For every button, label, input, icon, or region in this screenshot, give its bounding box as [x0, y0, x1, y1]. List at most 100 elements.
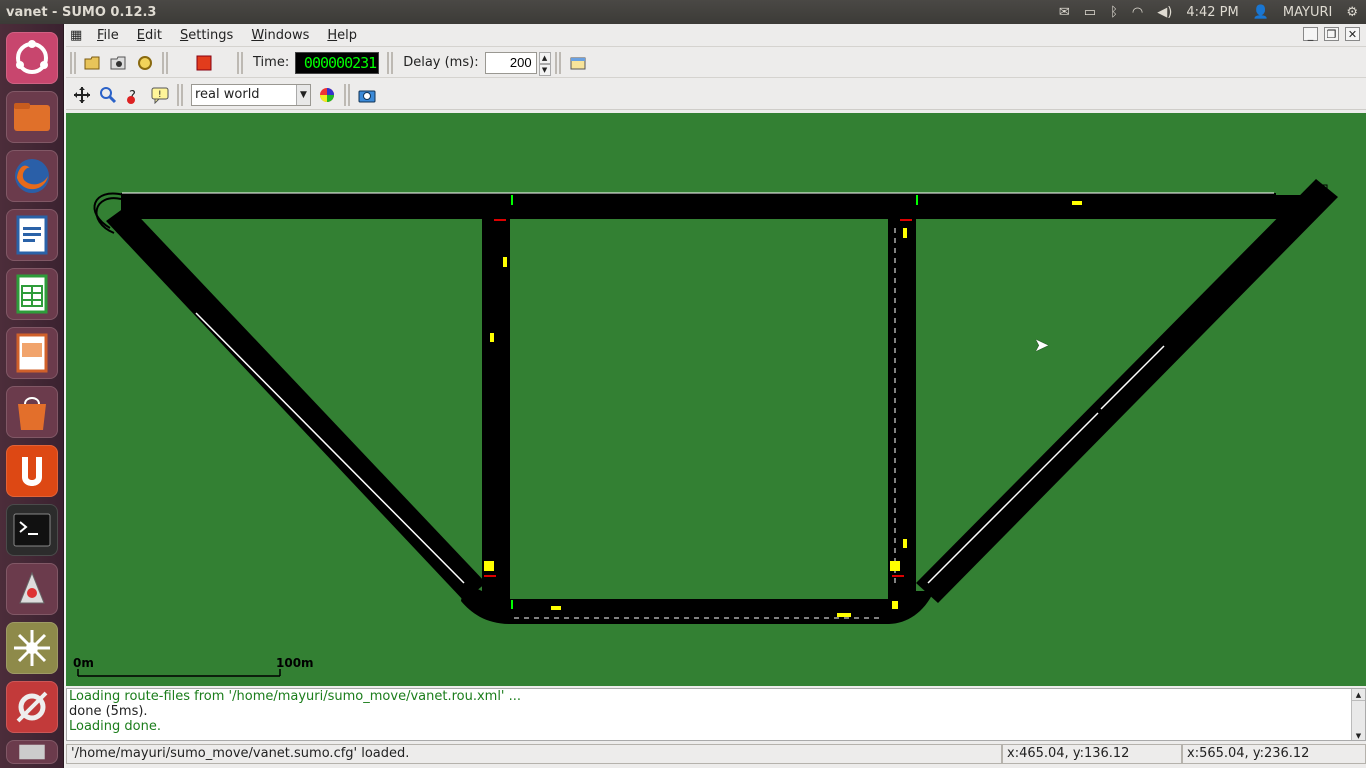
terminal-icon[interactable] — [6, 504, 58, 556]
menu-help[interactable]: Help — [318, 28, 366, 43]
user-name[interactable]: MAYURI — [1283, 5, 1332, 20]
battery-icon[interactable]: ▭ — [1084, 5, 1096, 20]
bluetooth-icon[interactable]: ᛒ — [1110, 5, 1118, 20]
close-button[interactable]: ✕ — [1345, 27, 1360, 41]
log-scrollbar[interactable]: ▲ ▼ — [1351, 689, 1365, 740]
open-file-icon[interactable] — [81, 51, 105, 75]
launcher — [0, 24, 64, 768]
scroll-down-icon[interactable]: ▼ — [1352, 730, 1365, 740]
settings-gear-icon[interactable]: ⚙ — [1346, 5, 1358, 20]
menu-edit[interactable]: Edit — [128, 28, 171, 43]
calc-icon[interactable] — [6, 268, 58, 320]
delay-spinner[interactable]: ▲ ▼ — [538, 51, 551, 76]
recenter-view-icon[interactable] — [70, 83, 94, 107]
user-icon: 👤 — [1252, 4, 1269, 20]
toolbar-grip[interactable] — [177, 83, 183, 106]
road-top[interactable] — [121, 193, 1276, 219]
time-label: Time: — [253, 55, 290, 70]
tooltip-toggle-icon[interactable]: ! — [148, 83, 172, 107]
road-left-diagonal[interactable] — [106, 205, 486, 601]
vehicle[interactable] — [903, 228, 907, 238]
toolbar-grip[interactable] — [554, 51, 561, 74]
vehicle[interactable] — [890, 561, 900, 571]
scale-start-label: 0m — [73, 656, 94, 670]
edit-coloring-icon[interactable] — [315, 83, 339, 107]
screenshot-camera-icon[interactable] — [355, 83, 379, 107]
vehicle[interactable] — [903, 539, 907, 548]
scroll-up-icon[interactable]: ▲ — [1352, 689, 1365, 701]
menu-file[interactable]: File — [88, 28, 128, 43]
new-view-icon[interactable] — [566, 51, 590, 75]
restore-button[interactable]: ❐ — [1324, 27, 1339, 41]
simulation-toolbar: Time: 000000231 Delay (ms): ▲▼ — [66, 48, 1366, 78]
svg-text:!: ! — [158, 90, 162, 100]
log-line: done (5ms). — [69, 704, 148, 719]
delay-label: Delay (ms): — [403, 55, 479, 70]
road-vertical-right[interactable] — [888, 219, 916, 591]
toolbar-grip[interactable] — [162, 51, 168, 74]
app-menu-icon[interactable]: ▦ — [66, 28, 88, 43]
vehicle[interactable] — [484, 561, 494, 571]
indicator-area: ✉ ▭ ᛒ ◠ ◀) 4:42 PM 👤 MAYURI ⚙ — [1059, 5, 1366, 20]
vehicle[interactable] — [503, 257, 507, 267]
window-title: vanet - SUMO 0.12.3 — [6, 4, 157, 20]
chevron-down-icon[interactable]: ▼ — [296, 84, 310, 105]
sumo-window: ▦ File Edit Settings Windows Help _ ❐ ✕ … — [66, 24, 1366, 768]
status-message: '/home/mayuri/sumo_move/vanet.sumo.cfg' … — [66, 744, 1002, 764]
status-coordinate-2: x:565.04, y:236.12 — [1182, 744, 1366, 764]
color-scheme-select[interactable]: real world ▼ — [191, 83, 311, 106]
system-top-panel: vanet - SUMO 0.12.3 ✉ ▭ ᛒ ◠ ◀) 4:42 PM 👤… — [0, 0, 1366, 24]
mouse-cursor-icon: ➤ — [1034, 335, 1050, 356]
toolbar-grip[interactable] — [387, 51, 394, 74]
road-right-diagonal[interactable] — [916, 179, 1338, 603]
ubuntu-one-icon[interactable] — [6, 445, 58, 497]
road-bottom[interactable] — [510, 599, 888, 624]
road-network — [77, 179, 1338, 677]
status-bar: '/home/mayuri/sumo_move/vanet.sumo.cfg' … — [66, 743, 1366, 765]
road-vertical-left[interactable] — [482, 219, 510, 591]
mail-icon[interactable]: ✉ — [1059, 5, 1070, 20]
scheme-value: real world — [195, 87, 260, 102]
vehicle[interactable] — [837, 613, 851, 617]
spin-down-icon[interactable]: ▼ — [538, 63, 551, 76]
delay-input[interactable] — [484, 51, 537, 74]
status-coordinate-1: x:465.04, y:136.12 — [1002, 744, 1182, 764]
wifi-icon[interactable]: ◠ — [1132, 5, 1143, 20]
message-log: Loading route-files from '/home/mayuri/s… — [66, 688, 1366, 741]
menu-windows[interactable]: Windows — [242, 28, 318, 43]
java-app-icon[interactable] — [6, 563, 58, 615]
log-line: Loading route-files from '/home/mayuri/s… — [69, 689, 522, 704]
toolbar-grip[interactable] — [344, 83, 350, 106]
simulation-time-display: 000000231 — [295, 51, 380, 74]
simulation-view[interactable]: 0m 100m ➤ — [66, 113, 1366, 686]
vehicle[interactable] — [490, 333, 494, 342]
impress-icon[interactable] — [6, 327, 58, 379]
additional-tracker-icon[interactable]: ? — [122, 83, 146, 107]
software-center-icon[interactable] — [6, 386, 58, 438]
stop-simulation-icon[interactable] — [192, 51, 216, 75]
dash-icon[interactable] — [6, 32, 58, 84]
files-icon[interactable] — [6, 91, 58, 143]
workspace-switcher-icon[interactable] — [6, 740, 58, 764]
log-line: Loading done. — [69, 719, 161, 734]
scroll-track[interactable] — [1352, 701, 1365, 730]
vehicle[interactable] — [551, 606, 561, 610]
locate-icon[interactable] — [96, 83, 120, 107]
menu-bar: ▦ File Edit Settings Windows Help _ ❐ ✕ — [66, 24, 1366, 47]
vehicle[interactable] — [892, 601, 898, 609]
spin-up-icon[interactable]: ▲ — [538, 51, 551, 64]
sumo-gui-icon[interactable] — [6, 622, 58, 674]
firefox-icon[interactable] — [6, 150, 58, 202]
scale-end-label: 100m — [276, 656, 314, 670]
toolbar-grip[interactable] — [237, 51, 243, 74]
writer-icon[interactable] — [6, 209, 58, 261]
system-settings-icon[interactable] — [6, 681, 58, 733]
clock[interactable]: 4:42 PM — [1186, 5, 1238, 20]
toolbar-grip[interactable] — [70, 51, 76, 74]
volume-icon[interactable]: ◀) — [1157, 5, 1172, 20]
open-network-icon[interactable] — [107, 51, 131, 75]
minimize-button[interactable]: _ — [1303, 27, 1318, 41]
vehicle[interactable] — [1072, 201, 1082, 205]
menu-settings[interactable]: Settings — [171, 28, 242, 43]
reload-icon[interactable] — [133, 51, 157, 75]
